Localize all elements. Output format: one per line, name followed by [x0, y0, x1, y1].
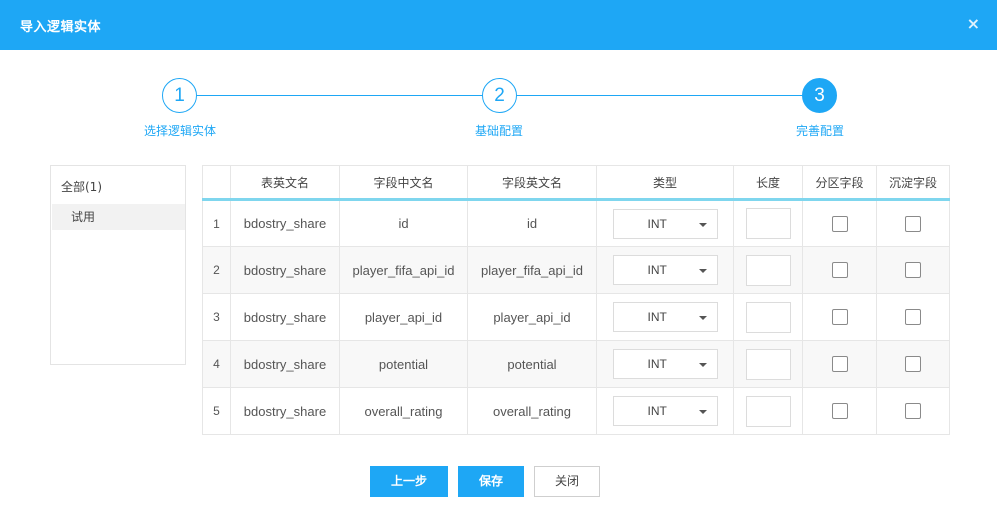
length-input[interactable]	[745, 348, 791, 380]
partition-checkbox[interactable]	[831, 403, 848, 420]
step-3-label: 完善配置	[795, 124, 845, 138]
length-input[interactable]	[745, 208, 791, 239]
row-field-cn: potential	[339, 340, 468, 388]
table-row: 4 bdostry_share potential potential INT	[202, 340, 950, 388]
step-1-circle: 1	[162, 78, 197, 113]
row-table-name: bdostry_share	[230, 246, 340, 294]
row-field-en: overall_rating	[467, 387, 597, 435]
row-index: 4	[202, 340, 231, 388]
dialog-header: 导入逻辑实体 ×	[0, 0, 997, 50]
step-connector	[517, 95, 804, 96]
chevron-down-icon	[698, 410, 707, 414]
row-table-name: bdostry_share	[230, 340, 340, 388]
header-partition: 分区字段	[802, 165, 877, 201]
sediment-checkbox[interactable]	[905, 403, 921, 420]
dialog-title: 导入逻辑实体	[20, 20, 102, 35]
chevron-down-icon	[698, 222, 707, 227]
step-connector	[197, 95, 484, 96]
chevron-down-icon	[698, 316, 707, 320]
row-field-en: id	[467, 199, 597, 247]
type-select-value: INT	[647, 216, 667, 231]
header-field-en: 字段英文名	[467, 165, 597, 201]
partition-checkbox[interactable]	[831, 309, 848, 326]
row-table-name: bdostry_share	[230, 199, 340, 247]
partition-checkbox[interactable]	[831, 262, 848, 279]
step-2-circle: 2	[482, 78, 517, 113]
row-field-cn: overall_rating	[339, 387, 468, 435]
row-index: 3	[202, 293, 231, 341]
table-row: 5 bdostry_share overall_rating overall_r…	[202, 387, 950, 435]
row-field-cn: player_api_id	[339, 293, 468, 341]
category-item-trial[interactable]: 试用	[52, 204, 185, 230]
sediment-checkbox[interactable]	[905, 309, 921, 326]
category-all[interactable]: 全部(1)	[61, 178, 102, 195]
type-select-value: INT	[647, 310, 667, 324]
type-select-value: INT	[647, 404, 667, 418]
type-select-value: INT	[647, 263, 667, 277]
header-table-name: 表英文名	[230, 165, 340, 201]
save-button[interactable]: 保存	[458, 466, 524, 497]
row-index: 2	[202, 246, 231, 294]
row-field-cn: player_fifa_api_id	[339, 246, 468, 294]
type-select[interactable]: INT	[612, 349, 718, 379]
header-type: 类型	[596, 165, 734, 201]
row-index: 5	[202, 387, 231, 435]
row-table-name: bdostry_share	[230, 293, 340, 341]
partition-checkbox[interactable]	[831, 356, 848, 373]
header-field-cn: 字段中文名	[339, 165, 468, 201]
row-index: 1	[202, 199, 231, 247]
field-config-table: 表英文名 字段中文名 字段英文名 类型 长度 分区字段 沉淀字段 1 bdost…	[202, 165, 950, 435]
sediment-checkbox[interactable]	[905, 262, 921, 279]
type-select[interactable]: INT	[612, 396, 718, 426]
row-field-en: player_api_id	[467, 293, 597, 341]
step-2-label: 基础配置	[474, 124, 524, 138]
length-input[interactable]	[745, 301, 791, 333]
chevron-down-icon	[698, 363, 707, 367]
table-row: 3 bdostry_share player_api_id player_api…	[202, 293, 950, 341]
type-select[interactable]: INT	[612, 208, 718, 239]
sediment-checkbox[interactable]	[905, 215, 921, 232]
row-table-name: bdostry_share	[230, 387, 340, 435]
length-input[interactable]	[745, 395, 791, 427]
type-select[interactable]: INT	[612, 255, 718, 285]
table-row: 2 bdostry_share player_fifa_api_id playe…	[202, 246, 950, 294]
row-field-cn: id	[339, 199, 468, 247]
type-select[interactable]: INT	[612, 302, 718, 332]
close-button[interactable]: 关闭	[534, 466, 600, 497]
header-index	[202, 165, 231, 201]
table-header-row: 表英文名 字段中文名 字段英文名 类型 长度 分区字段 沉淀字段	[202, 165, 950, 201]
type-select-value: INT	[647, 357, 667, 371]
sediment-checkbox[interactable]	[905, 356, 921, 373]
stepper: 1 2 3 选择逻辑实体 基础配置 完善配置	[0, 78, 997, 148]
partition-checkbox[interactable]	[831, 215, 848, 232]
length-input[interactable]	[745, 254, 791, 286]
table-row: 1 bdostry_share id id INT	[202, 199, 950, 247]
header-sediment: 沉淀字段	[876, 165, 950, 201]
step-3-circle: 3	[802, 78, 837, 113]
close-icon[interactable]: ×	[967, 14, 980, 34]
category-panel: 全部(1) 试用	[50, 165, 186, 365]
header-length: 长度	[733, 165, 803, 201]
prev-step-button[interactable]: 上一步	[370, 466, 448, 497]
row-field-en: potential	[467, 340, 597, 388]
step-1-label: 选择逻辑实体	[143, 124, 217, 138]
chevron-down-icon	[698, 269, 707, 273]
row-field-en: player_fifa_api_id	[467, 246, 597, 294]
